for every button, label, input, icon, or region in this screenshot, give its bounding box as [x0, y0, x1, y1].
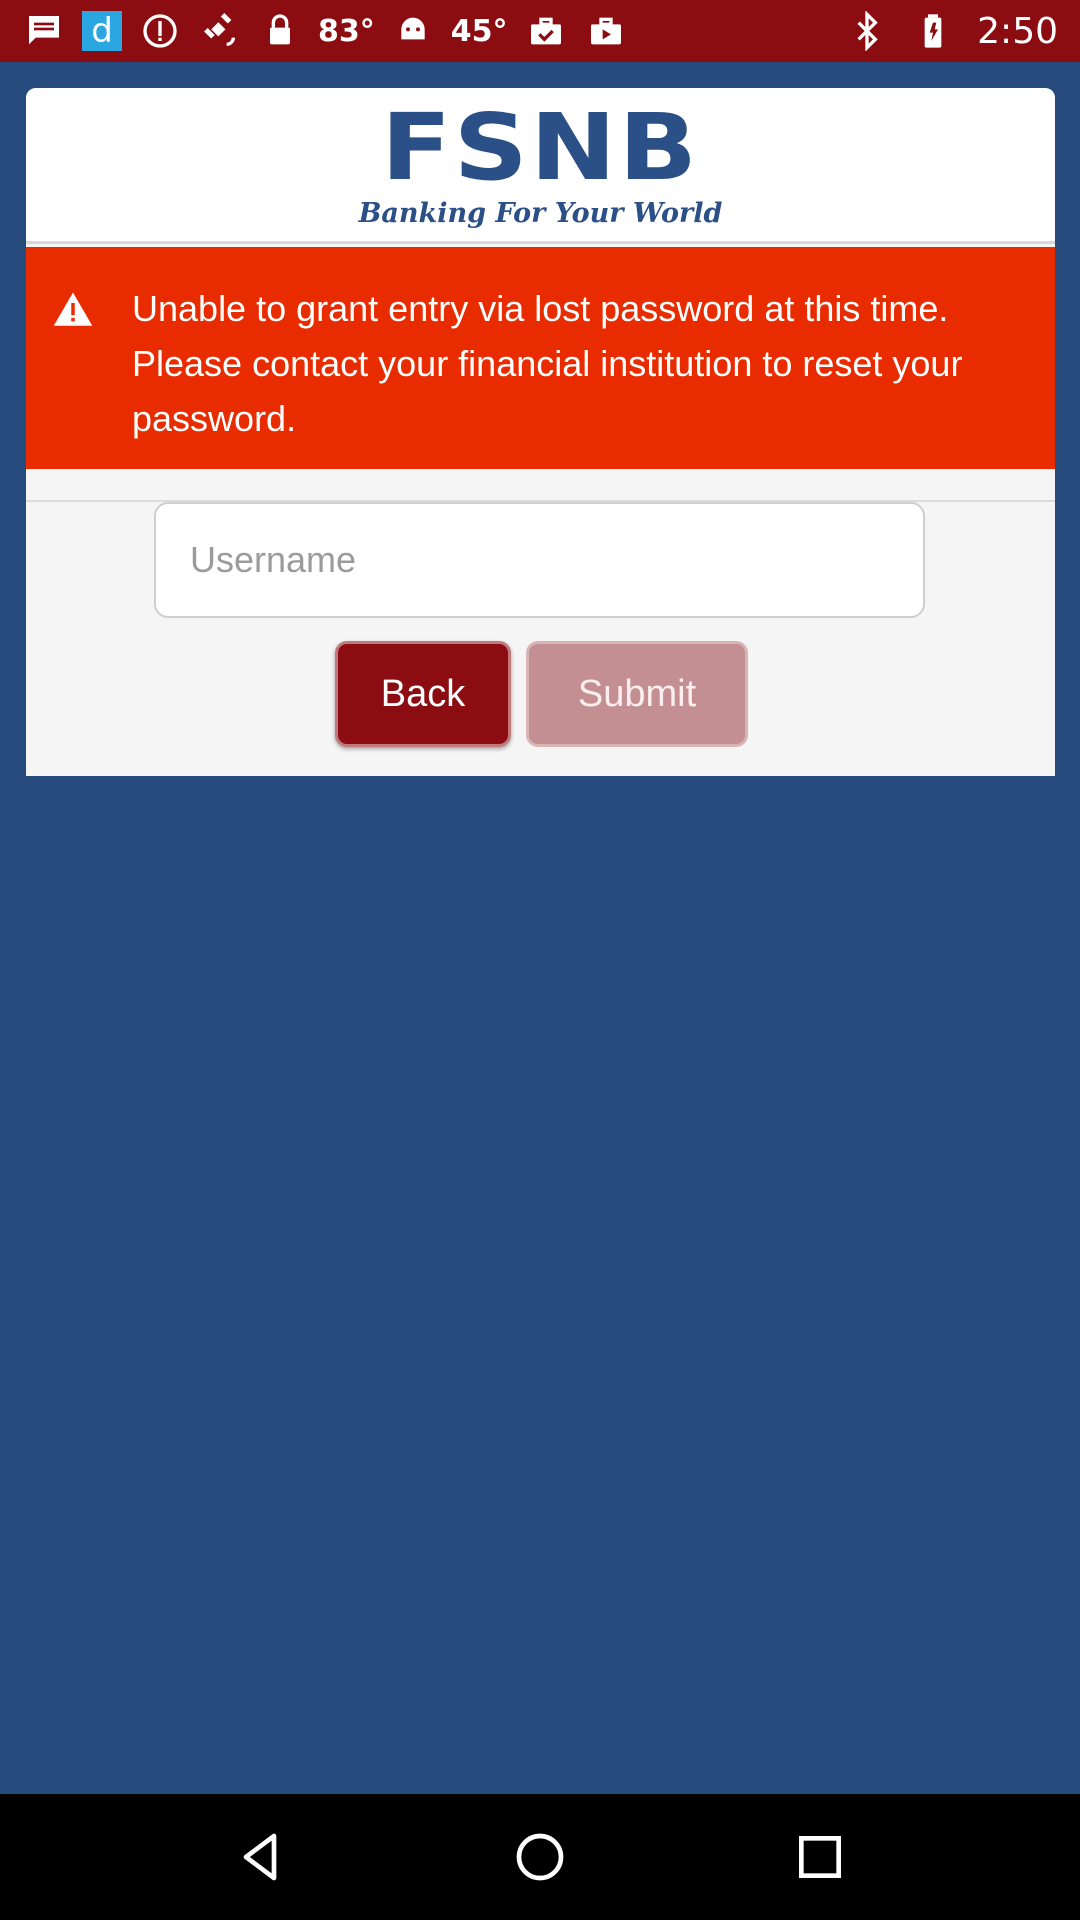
submit-button[interactable]: Submit: [526, 641, 748, 747]
back-triangle-icon[interactable]: [228, 1825, 292, 1889]
login-card: FSNB Banking For Your World Unable to gr…: [26, 88, 1055, 776]
message-icon: [22, 9, 66, 53]
briefcase-check-icon: [524, 9, 568, 53]
status-left: d 83° 45°: [22, 9, 845, 53]
info-icon: [138, 9, 182, 53]
briefcase-icon: [584, 9, 628, 53]
error-alert: Unable to grant entry via lost password …: [26, 247, 1055, 469]
warning-icon: [53, 292, 93, 326]
bluetooth-icon: [845, 9, 889, 53]
status-right: 2:50: [845, 9, 1058, 53]
status-bar: d 83° 45° 2:50: [0, 0, 1080, 62]
back-button[interactable]: Back: [335, 641, 511, 747]
home-circle-icon[interactable]: [508, 1825, 572, 1889]
navigation-bar: [0, 1794, 1080, 1920]
temperature-2: 45°: [450, 13, 508, 49]
temperature-1: 83°: [318, 13, 375, 49]
d-app-letter: d: [91, 11, 113, 51]
d-app-icon: d: [82, 11, 122, 51]
bank-tagline: Banking For Your World: [358, 198, 723, 229]
satellite-fake-gps-icon: [198, 9, 242, 53]
logo-header: FSNB Banking For Your World: [26, 88, 1055, 244]
lock-icon: [258, 9, 302, 53]
clock: 2:50: [977, 10, 1058, 52]
username-input[interactable]: [154, 502, 925, 618]
android-icon: [391, 9, 435, 53]
recents-square-icon[interactable]: [788, 1825, 852, 1889]
bank-logo: FSNB: [381, 94, 700, 201]
battery-icon: [911, 9, 955, 53]
alert-message: Unable to grant entry via lost password …: [132, 288, 963, 439]
